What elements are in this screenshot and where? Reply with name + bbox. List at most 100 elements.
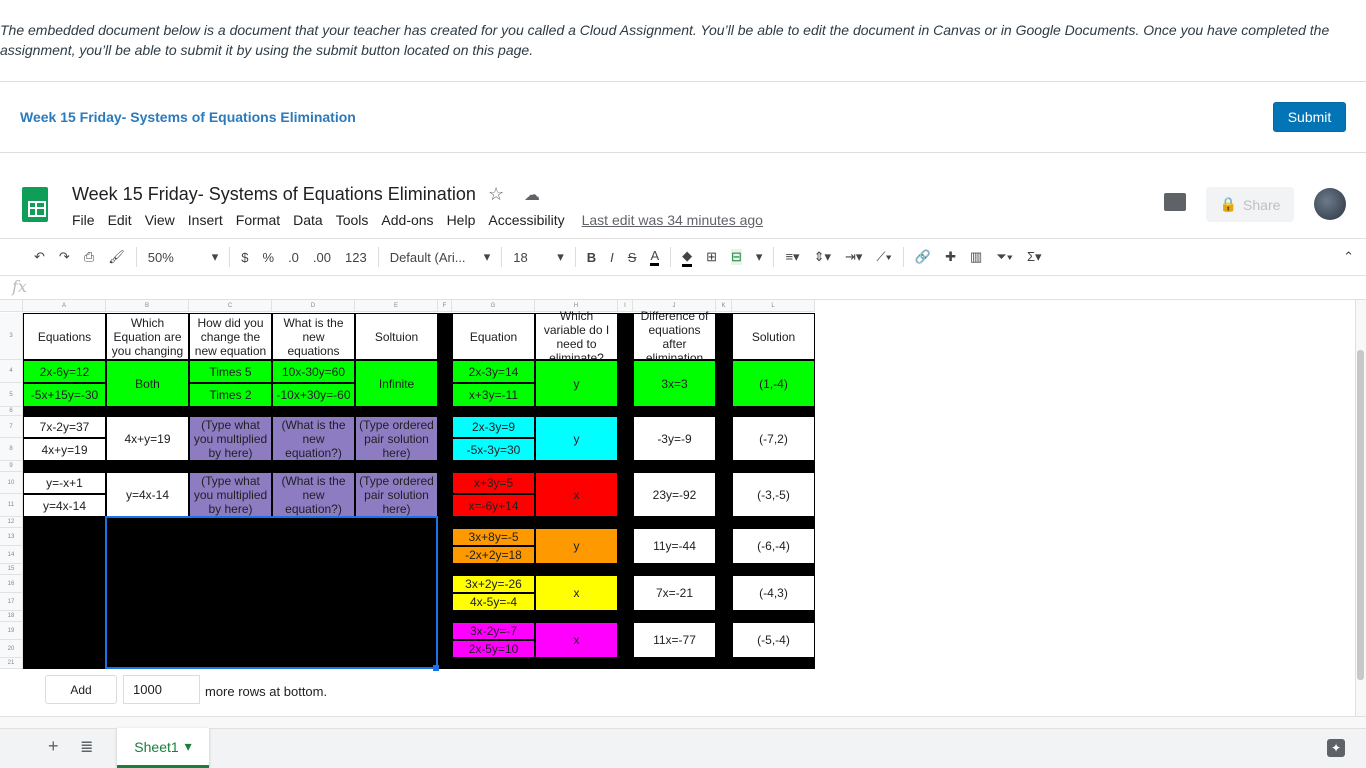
cell[interactable]: x=-6y+14 bbox=[452, 494, 535, 517]
comment-icon[interactable] bbox=[1164, 193, 1186, 211]
row-header[interactable]: 10 bbox=[0, 472, 23, 494]
menu-addons[interactable]: Add-ons bbox=[381, 212, 433, 228]
print-icon[interactable]: ⎙ bbox=[84, 249, 94, 265]
chevron-down-icon[interactable]: ▾ bbox=[557, 249, 564, 265]
cell[interactable]: 2x-3y=9 bbox=[452, 416, 535, 438]
menu-edit[interactable]: Edit bbox=[108, 212, 132, 228]
cell[interactable]: -10x+30y=-60 bbox=[272, 383, 355, 407]
cell[interactable]: (-5,-4) bbox=[732, 622, 815, 658]
vertical-scroll-thumb[interactable] bbox=[1357, 350, 1364, 680]
explore-icon[interactable]: ✦ bbox=[1327, 739, 1345, 757]
cell[interactable]: -5x+15y=-30 bbox=[23, 383, 106, 407]
cell[interactable]: How did you change the new equation bbox=[189, 313, 272, 360]
more-formats-button[interactable]: 123 bbox=[345, 250, 367, 265]
filter-icon[interactable]: ⏷▾ bbox=[996, 249, 1013, 265]
cloud-status-icon[interactable]: ☁ bbox=[524, 185, 540, 205]
fill-color-icon[interactable]: ◆ bbox=[682, 248, 693, 267]
menu-accessibility[interactable]: Accessibility bbox=[488, 212, 564, 228]
row-header[interactable]: 5 bbox=[0, 383, 23, 407]
row-header[interactable]: 17 bbox=[0, 593, 23, 611]
column-header[interactable]: I bbox=[618, 300, 633, 312]
menu-help[interactable]: Help bbox=[447, 212, 476, 228]
cell[interactable]: 2x-6y=12 bbox=[23, 360, 106, 383]
row-header[interactable]: 3 bbox=[0, 313, 23, 360]
menu-data[interactable]: Data bbox=[293, 212, 323, 228]
cell[interactable]: y=4x-14 bbox=[23, 494, 106, 517]
decrease-decimal-button[interactable]: .0 bbox=[288, 250, 299, 265]
chevron-down-icon[interactable]: ▾ bbox=[484, 249, 491, 265]
insert-comment-icon[interactable]: ✚ bbox=[945, 249, 956, 265]
cell[interactable]: Both bbox=[106, 360, 189, 407]
row-header[interactable]: 12 bbox=[0, 517, 23, 528]
row-header[interactable]: 4 bbox=[0, 360, 23, 383]
cell[interactable]: (Type ordered pair solution here) bbox=[355, 472, 438, 517]
cell[interactable]: (1,-4) bbox=[732, 360, 815, 407]
cell[interactable]: (Type what you multiplied by here) bbox=[189, 472, 272, 517]
cell[interactable]: What is the new equations bbox=[272, 313, 355, 360]
column-header[interactable]: B bbox=[106, 300, 189, 312]
column-header[interactable]: F bbox=[438, 300, 452, 312]
functions-icon[interactable]: Σ▾ bbox=[1027, 249, 1042, 265]
select-all-corner[interactable] bbox=[0, 300, 23, 312]
row-header[interactable]: 16 bbox=[0, 575, 23, 593]
cell[interactable]: Soltuion bbox=[355, 313, 438, 360]
column-header[interactable]: L bbox=[732, 300, 815, 312]
cell[interactable]: 11y=-44 bbox=[633, 528, 716, 564]
currency-button[interactable]: $ bbox=[241, 250, 248, 265]
cell[interactable]: 4x-5y=-4 bbox=[452, 593, 535, 611]
percent-button[interactable]: % bbox=[263, 250, 275, 265]
star-icon[interactable]: ☆ bbox=[488, 184, 504, 205]
row-header[interactable]: 9 bbox=[0, 461, 23, 472]
sheets-logo-icon[interactable] bbox=[22, 187, 48, 222]
insert-chart-icon[interactable]: ▥ bbox=[970, 249, 982, 265]
chevron-down-icon[interactable]: ▾ bbox=[756, 249, 763, 265]
spreadsheet-grid[interactable]: A B C D E F G H I J K L 3 4 5 6 7 8 9 10 11 12 13 14 15 16 17 18 19 2… bbox=[0, 300, 1355, 716]
font-size-select[interactable]: 18 bbox=[513, 250, 543, 265]
zoom-select[interactable]: 50% bbox=[148, 250, 198, 265]
cell[interactable]: Infinite bbox=[355, 360, 438, 407]
cell[interactable]: (What is the new equation?) bbox=[272, 472, 355, 517]
undo-icon[interactable]: ↶ bbox=[34, 249, 45, 265]
text-wrap-icon[interactable]: ⇥▾ bbox=[845, 249, 862, 265]
cell[interactable]: Equation bbox=[452, 313, 535, 360]
strikethrough-icon[interactable]: S bbox=[628, 250, 637, 265]
cell[interactable]: y bbox=[535, 416, 618, 461]
row-header[interactable]: 15 bbox=[0, 564, 23, 575]
cell[interactable]: 3x=3 bbox=[633, 360, 716, 407]
cell[interactable]: x bbox=[535, 575, 618, 611]
redo-icon[interactable]: ↷ bbox=[59, 249, 70, 265]
cell[interactable]: Times 2 bbox=[189, 383, 272, 407]
row-header[interactable]: 14 bbox=[0, 546, 23, 564]
cell[interactable]: 3x-2y=-7 bbox=[452, 622, 535, 640]
row-header[interactable]: 8 bbox=[0, 438, 23, 461]
fill-handle[interactable] bbox=[433, 665, 439, 671]
cell[interactable]: 4x+y=19 bbox=[23, 438, 106, 461]
cell[interactable]: -3y=-9 bbox=[633, 416, 716, 461]
chevron-down-icon[interactable]: ▾ bbox=[212, 249, 219, 265]
menu-insert[interactable]: Insert bbox=[188, 212, 223, 228]
cell[interactable]: (-4,3) bbox=[732, 575, 815, 611]
cell[interactable]: (-6,-4) bbox=[732, 528, 815, 564]
cell[interactable]: (-7,2) bbox=[732, 416, 815, 461]
cell[interactable]: y=4x-14 bbox=[106, 472, 189, 517]
document-link[interactable]: Week 15 Friday- Systems of Equations Eli… bbox=[20, 109, 356, 125]
text-color-icon[interactable]: A bbox=[650, 248, 660, 266]
add-sheet-icon[interactable]: + bbox=[48, 736, 59, 757]
menu-tools[interactable]: Tools bbox=[336, 212, 369, 228]
cell[interactable]: Difference of equations after eliminatio… bbox=[633, 309, 716, 365]
cell[interactable]: 7x-2y=37 bbox=[23, 416, 106, 438]
cell[interactable]: y bbox=[535, 360, 618, 407]
column-header[interactable]: K bbox=[716, 300, 732, 312]
formula-bar[interactable]: fx bbox=[0, 277, 1366, 300]
cell[interactable]: 7x=-21 bbox=[633, 575, 716, 611]
cell[interactable]: x+3y=-11 bbox=[452, 383, 535, 407]
column-header[interactable]: G bbox=[452, 300, 535, 312]
document-title[interactable]: Week 15 Friday- Systems of Equations Eli… bbox=[72, 184, 476, 205]
add-rows-input[interactable]: 1000 bbox=[123, 675, 200, 704]
cell[interactable]: Which Equation are you changing bbox=[106, 313, 189, 360]
row-header[interactable]: 20 bbox=[0, 640, 23, 658]
cell[interactable]: -5x-3y=30 bbox=[452, 438, 535, 461]
share-button[interactable]: 🔒 Share bbox=[1206, 187, 1294, 222]
vertical-align-icon[interactable]: ⇕▾ bbox=[814, 249, 831, 265]
cell[interactable]: Which variable do I need to eliminate? bbox=[535, 309, 618, 365]
